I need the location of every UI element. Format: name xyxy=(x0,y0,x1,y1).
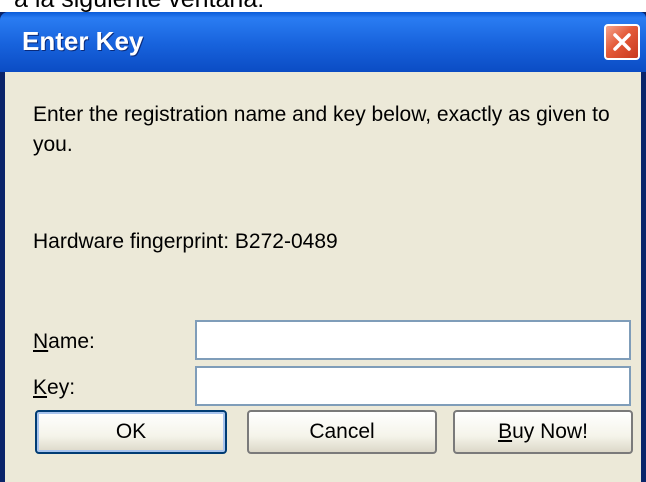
ok-button[interactable]: OK xyxy=(35,410,227,454)
buy-now-button[interactable]: Buy Now! xyxy=(453,410,633,454)
buy-now-label: uy Now! xyxy=(512,420,588,443)
key-label-text: ey: xyxy=(47,376,76,399)
name-label-text: ame: xyxy=(48,330,95,353)
hardware-fingerprint: Hardware fingerprint: B272-0489 xyxy=(33,230,338,253)
name-input[interactable] xyxy=(195,320,631,360)
dialog-body: Enter the registration name and key belo… xyxy=(5,72,641,482)
cancel-button-label: Cancel xyxy=(309,420,375,443)
cancel-button[interactable]: Cancel xyxy=(247,410,437,454)
enter-key-dialog: Enter Key Enter the registration name an… xyxy=(0,12,646,482)
window-title: Enter Key xyxy=(22,26,144,56)
close-button[interactable] xyxy=(604,24,640,60)
name-label: Name: xyxy=(33,330,95,354)
buy-now-accelerator: B xyxy=(498,420,513,443)
key-label: Key: xyxy=(33,376,75,400)
name-label-accelerator: N xyxy=(33,330,49,353)
ok-button-label: OK xyxy=(115,420,147,443)
instruction-text: Enter the registration name and key belo… xyxy=(33,103,610,156)
title-bar[interactable]: Enter Key xyxy=(0,12,646,72)
key-input[interactable] xyxy=(195,366,631,406)
close-x-icon xyxy=(613,33,631,51)
key-label-accelerator: K xyxy=(33,376,48,399)
